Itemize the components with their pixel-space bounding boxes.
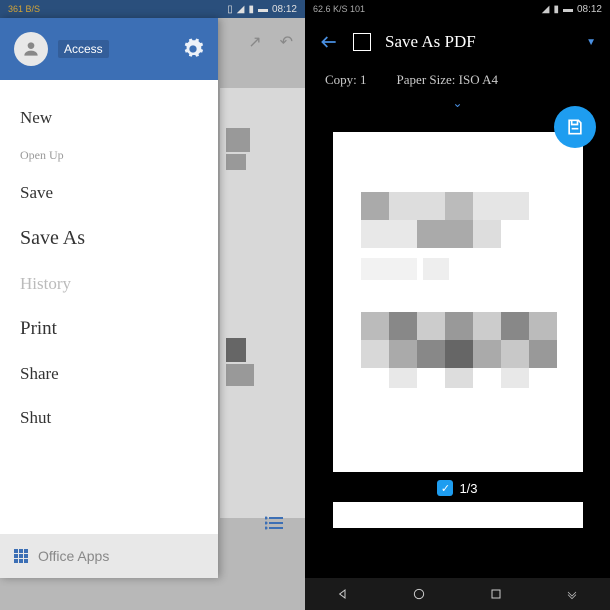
person-icon bbox=[21, 39, 41, 59]
nav-down-icon[interactable] bbox=[564, 586, 580, 602]
wifi-icon: ◢ bbox=[237, 4, 245, 15]
list-icon[interactable] bbox=[265, 513, 285, 533]
status-bar-left: 361 B/S ▯ ◢ ▮ ▬ 08:12 bbox=[0, 0, 305, 18]
menu-save-as[interactable]: Save As bbox=[0, 215, 218, 262]
status-bar-right: 62.6 K/S 101 ◢ ▮ ▬ 08:12 bbox=[305, 0, 610, 18]
menu-share[interactable]: Share bbox=[0, 352, 218, 396]
undo-icon[interactable]: ↶ bbox=[280, 32, 293, 52]
menu-print[interactable]: Print bbox=[0, 306, 218, 352]
menu-save[interactable]: Save bbox=[0, 171, 218, 215]
clock: 08:12 bbox=[272, 4, 297, 15]
next-page-preview[interactable] bbox=[333, 502, 583, 528]
share-icon[interactable]: ↗ bbox=[248, 32, 261, 52]
paper-size[interactable]: Paper Size: ISO A4 bbox=[397, 72, 498, 88]
vibrate-icon: ▯ bbox=[227, 4, 233, 15]
nav-home-icon[interactable] bbox=[411, 586, 427, 602]
side-drawer: Access New Open Up Save Save As History … bbox=[0, 18, 218, 578]
page-check-icon[interactable]: ✓ bbox=[437, 480, 453, 496]
signal-icon: ▮ bbox=[553, 4, 559, 15]
wifi-icon: ◢ bbox=[542, 4, 550, 15]
drawer-footer[interactable]: Office Apps bbox=[0, 534, 218, 578]
nav-back-icon[interactable] bbox=[335, 586, 351, 602]
menu-shut[interactable]: Shut bbox=[0, 396, 218, 440]
page-indicator: ✓ 1/3 bbox=[437, 480, 477, 496]
back-arrow-icon[interactable] bbox=[319, 32, 339, 52]
nav-recent-icon[interactable] bbox=[488, 586, 504, 602]
net-speed: 361 B/S bbox=[8, 4, 40, 14]
drawer-menu: New Open Up Save Save As History Print S… bbox=[0, 80, 218, 534]
copy-count[interactable]: Copy: 1 bbox=[325, 72, 367, 88]
avatar[interactable] bbox=[14, 32, 48, 66]
net-speed: 62.6 K/S 101 bbox=[313, 4, 365, 14]
access-label[interactable]: Access bbox=[58, 40, 109, 58]
menu-new[interactable]: New bbox=[0, 96, 218, 140]
preview-area: ✓ 1/3 bbox=[305, 112, 610, 578]
page-title: Save As PDF bbox=[385, 32, 476, 52]
battery-icon: ▬ bbox=[563, 4, 573, 15]
page-preview[interactable] bbox=[333, 132, 583, 472]
save-icon bbox=[565, 117, 585, 137]
dropdown-caret-icon[interactable]: ▼ bbox=[586, 37, 596, 48]
page-count: 1/3 bbox=[459, 481, 477, 496]
save-fab-button[interactable] bbox=[554, 106, 596, 148]
battery-icon: ▬ bbox=[258, 4, 268, 15]
menu-history[interactable]: History bbox=[0, 262, 218, 306]
menu-open[interactable]: Open Up bbox=[0, 140, 218, 171]
office-apps-label: Office Apps bbox=[38, 548, 109, 564]
toolbar: Save As PDF ▼ bbox=[305, 18, 610, 66]
apps-grid-icon bbox=[14, 549, 28, 563]
signal-icon: ▮ bbox=[248, 4, 254, 15]
gear-icon[interactable] bbox=[182, 38, 204, 60]
pdf-icon bbox=[353, 33, 371, 51]
drawer-header: Access bbox=[0, 18, 218, 80]
print-options: Copy: 1 Paper Size: ISO A4 bbox=[305, 66, 610, 94]
nav-bar-right bbox=[305, 578, 610, 610]
clock: 08:12 bbox=[577, 4, 602, 15]
